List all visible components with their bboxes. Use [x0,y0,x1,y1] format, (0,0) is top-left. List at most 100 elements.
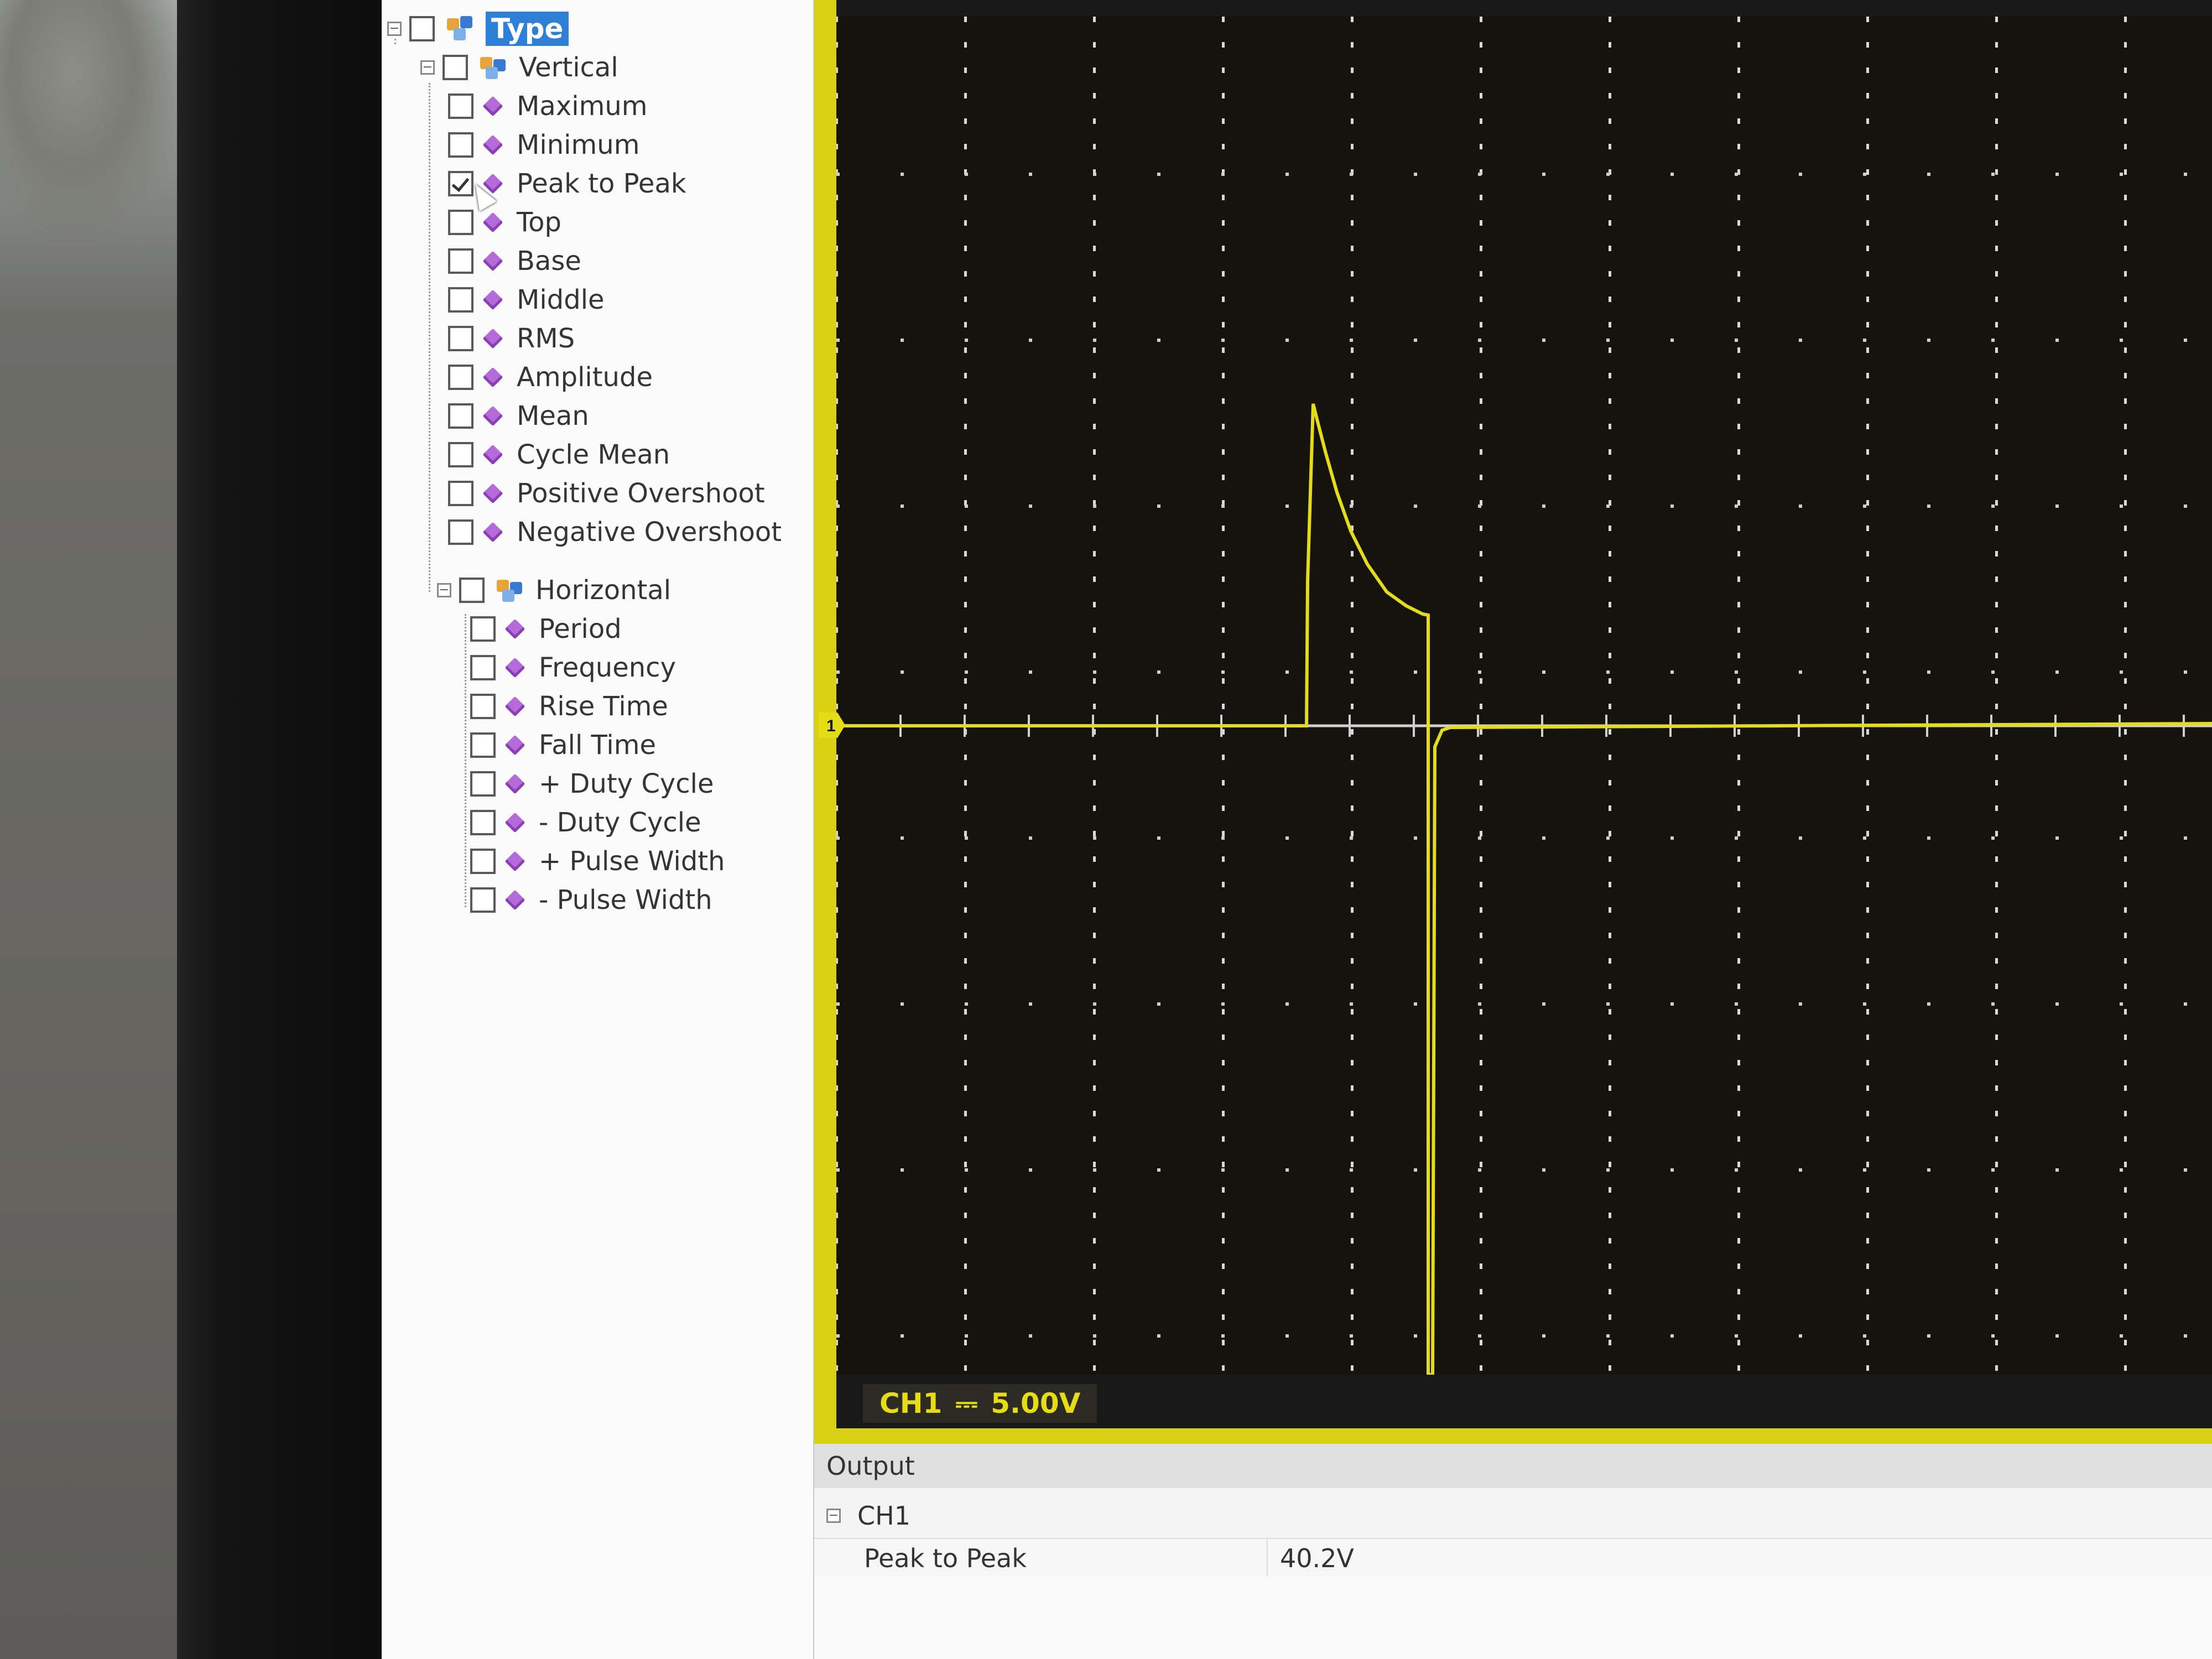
measure-group-icon [447,16,475,41]
measurement-checkbox[interactable] [448,287,473,313]
measurement-checkbox[interactable] [448,519,473,545]
grid-dot [1866,526,1869,531]
tree-group-horizontal[interactable]: − Horizontal [437,574,671,607]
grid-dot [1927,1168,1930,1172]
measurement-checkbox[interactable] [448,403,473,429]
measurement-checkbox[interactable] [470,849,496,874]
measurement-item-horizontal[interactable]: + Pulse Width [470,845,725,878]
measurement-checkbox[interactable] [470,655,496,680]
measurement-item-vertical[interactable]: Cycle Mean [448,438,670,471]
grid-dot [1866,144,1869,149]
grid-dot [965,339,968,342]
grid-dot [2124,1085,2127,1091]
measurement-item-horizontal[interactable]: Fall Time [470,729,656,762]
measurement-checkbox[interactable] [448,248,473,274]
grid-dot [1093,1009,1096,1015]
grid-dot [836,526,838,531]
measurement-checkbox[interactable] [448,93,473,119]
grid-dot [1093,653,1096,658]
tree-group-vertical[interactable]: − Vertical [420,51,618,84]
grid-dot [836,907,838,913]
grid-dot [964,653,967,658]
collapse-toggle-icon[interactable]: − [420,60,435,75]
measurement-item-horizontal[interactable]: Rise Time [470,690,668,723]
collapse-toggle-icon[interactable]: − [387,22,402,36]
measurement-checkbox[interactable] [470,771,496,797]
grid-dot [1351,373,1354,378]
measurement-checkbox[interactable] [470,694,496,719]
vertical-group-checkbox[interactable] [443,55,468,80]
measurement-item-vertical[interactable]: Top [448,206,561,239]
measurement-item-vertical[interactable]: Positive Overshoot [448,477,765,510]
grid-dot [1737,526,1740,531]
grid-dot [1670,339,1674,342]
measurement-item-horizontal[interactable]: - Duty Cycle [470,806,701,839]
grid-dot [1351,576,1354,582]
measurement-item-vertical[interactable]: RMS [448,322,575,355]
grid-dot [1093,1034,1096,1040]
measurement-checkbox[interactable] [470,810,496,835]
measurement-item-horizontal[interactable]: Period [470,612,622,646]
measurement-item-vertical[interactable]: Base [448,245,581,278]
tree-root-row[interactable]: − Type [387,12,569,46]
measurement-checkbox[interactable] [470,732,496,758]
grid-dot [1480,246,1482,251]
grid-dot [836,551,838,557]
ch1-level-marker[interactable]: 1 [819,711,846,739]
grid-dot [1093,1187,1096,1193]
grid-dot [1350,1168,1353,1172]
measurement-item-vertical[interactable]: Mean [448,399,589,433]
grid-dot [1995,1111,1998,1116]
waveform-plot[interactable] [836,17,2212,1375]
grid-dot [1478,1168,1481,1172]
grid-dot [1609,627,1611,633]
grid-dot [2124,67,2127,73]
grid-dot [1995,1009,1998,1015]
output-channel-row[interactable]: − CH1 [826,1496,910,1535]
measurement-item-vertical[interactable]: Middle [448,283,605,316]
grid-dot [2124,1136,2127,1142]
horizontal-group-checkbox[interactable] [459,578,485,603]
grid-dot [964,322,967,327]
measurement-item-horizontal[interactable]: Frequency [470,651,676,684]
grid-dot [1737,424,1740,429]
grid-dot [964,1289,967,1294]
measurement-item-vertical[interactable]: Negative Overshoot [448,516,782,549]
grid-dot [1866,907,1869,913]
collapse-toggle-icon[interactable]: − [437,583,451,597]
collapse-toggle-icon[interactable]: − [826,1509,841,1523]
grid-dot [901,339,904,342]
grid-dot [1222,602,1225,607]
root-checkbox[interactable] [409,16,435,41]
grid-dot [1093,118,1096,124]
measurement-checkbox[interactable] [448,132,473,158]
measurement-checkbox[interactable] [448,481,473,506]
measurement-checkbox[interactable] [470,887,496,913]
measurement-item-horizontal[interactable]: - Pulse Width [470,883,712,917]
grid-dot [1735,173,1738,176]
grid-dot [1350,173,1353,176]
measurement-item-vertical[interactable]: Maximum [448,90,648,123]
measurement-checkbox[interactable] [470,616,496,642]
grid-dot [1093,1238,1096,1244]
grid-dot [1542,339,1545,342]
grid-dot [1995,297,1998,302]
measurement-checkbox[interactable] [448,210,473,235]
grid-dot [1222,755,1225,760]
ch1-scale-tag[interactable]: CH1 ⎓ 5.00V [863,1384,1097,1423]
measurement-checkbox[interactable] [448,442,473,467]
measurement-item-vertical[interactable]: Amplitude [448,361,653,394]
grid-dot [2124,118,2127,124]
measurement-checkbox[interactable] [448,326,473,351]
measurement-item-vertical[interactable]: Minimum [448,128,639,162]
measurement-item-horizontal[interactable]: + Duty Cycle [470,767,714,800]
grid-dot [2124,220,2127,226]
grid-dot [1995,398,1998,404]
output-measurement-row[interactable]: Peak to Peak 40.2V [814,1538,2212,1579]
grid-dot [1157,836,1160,840]
grid-dot [1866,475,1869,480]
grid-dot [964,475,967,480]
grid-dot [1222,627,1225,633]
measurement-checkbox[interactable] [448,365,473,390]
measurement-label: Maximum [517,91,648,122]
